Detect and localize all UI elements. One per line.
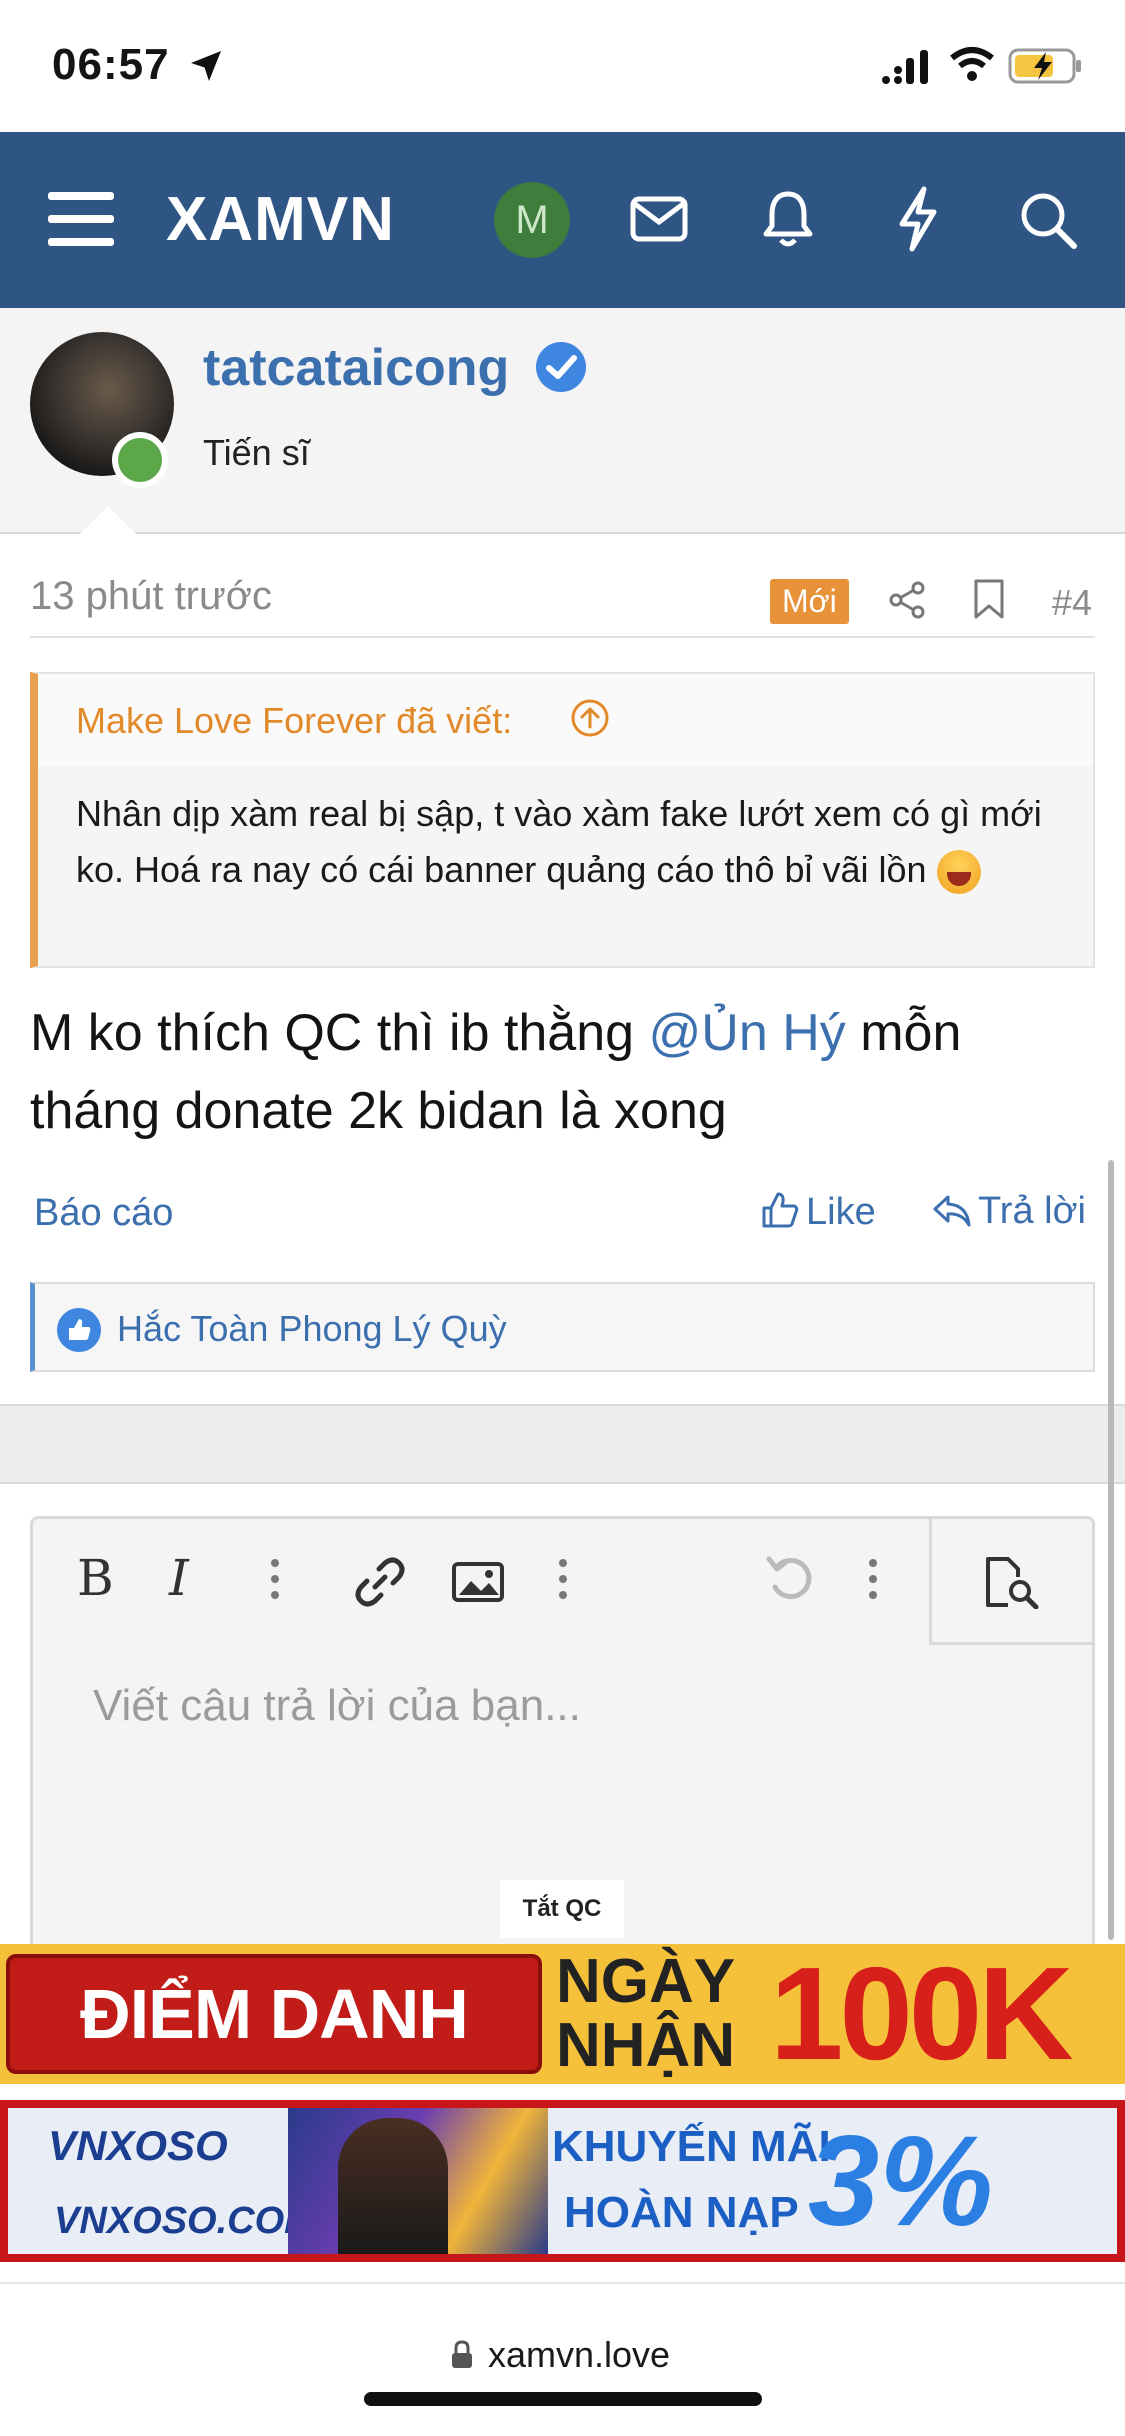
new-badge: Mới <box>770 579 849 624</box>
page-scrollbar[interactable] <box>1108 1160 1114 1940</box>
divider <box>30 636 1095 638</box>
post-author-block: tatcataicong Tiến sĩ <box>0 308 1125 534</box>
ad1-amount: 100K <box>770 1944 1074 2084</box>
image-icon[interactable] <box>451 1561 505 1603</box>
thumbs-up-icon <box>762 1192 799 1228</box>
reply-button[interactable]: Trả lời <box>932 1190 1086 1233</box>
like-button[interactable]: Like <box>760 1190 876 1234</box>
more-options-icon[interactable] <box>269 1557 281 1601</box>
site-logo[interactable]: XAMVN <box>166 184 395 255</box>
ad1-mid-text: NGÀY NHẬN <box>556 1950 735 2078</box>
lock-icon <box>452 2340 472 2368</box>
share-icon[interactable] <box>888 580 928 620</box>
ad2-model-image <box>338 2118 448 2254</box>
ad2-domain: VNXOSO.COM <box>54 2200 316 2242</box>
user-mention-link[interactable]: @Ủn Hý <box>649 1004 846 1062</box>
reply-input-placeholder[interactable]: Viết câu trả lời của bạn... <box>93 1681 581 1731</box>
ad1-mid-top: NGÀY <box>556 1947 736 2016</box>
link-icon[interactable] <box>353 1555 407 1609</box>
wifi-icon <box>950 47 994 81</box>
bookmark-icon[interactable] <box>972 578 1006 620</box>
mail-icon[interactable] <box>630 194 688 244</box>
undo-icon[interactable] <box>765 1553 817 1605</box>
verified-badge-icon <box>536 342 586 392</box>
quote-text: Nhân dịp xàm real bị sập, t vào xàm fake… <box>76 786 1076 898</box>
reactions-bar[interactable]: Hắc Toàn Phong Lý Quỳ <box>30 1282 1095 1372</box>
reply-label: Trả lời <box>978 1190 1086 1232</box>
cellular-signal-icon <box>882 50 928 84</box>
ad-banner-1[interactable]: ĐIỂM DANH MỖI NGÀY NHẬN 100K <box>0 1944 1125 2084</box>
author-name[interactable]: tatcataicong <box>203 338 509 398</box>
ad2-logo: VNXOSO <box>48 2122 228 2169</box>
ad1-left-text: ĐIỂM DANH MỖI <box>6 1954 542 2074</box>
hide-ads-button[interactable]: Tắt QC <box>500 1880 624 1938</box>
like-label: Like <box>806 1191 876 1233</box>
speech-pointer <box>80 506 136 534</box>
reply-arrow-icon <box>933 1195 971 1227</box>
quote-block: Make Love Forever đã viết: Nhân dịp xàm … <box>30 672 1095 968</box>
status-bar: 06:57 <box>0 0 1125 132</box>
laughing-emoji-icon <box>936 850 981 895</box>
svg-text:I: I <box>168 1549 190 1607</box>
url-text[interactable]: xamvn.love <box>488 2334 670 2376</box>
post-number[interactable]: #4 <box>1052 582 1092 624</box>
bell-icon[interactable] <box>762 188 814 248</box>
jump-to-quote-icon[interactable] <box>570 698 610 738</box>
report-link[interactable]: Báo cáo <box>34 1192 173 1235</box>
ad2-promo-top: KHUYẾN MÃI <box>552 2122 831 2171</box>
user-avatar[interactable]: M <box>494 182 570 258</box>
ad2-percent: 3% <box>808 2110 993 2253</box>
italic-icon[interactable]: I <box>163 1549 203 1609</box>
more-edit-options-icon[interactable] <box>867 1557 879 1601</box>
location-arrow-icon <box>191 51 221 81</box>
more-insert-options-icon[interactable] <box>557 1557 569 1601</box>
bold-icon[interactable]: B <box>69 1549 119 1609</box>
search-icon[interactable] <box>1018 190 1078 250</box>
author-rank: Tiến sĩ <box>203 432 310 473</box>
ad2-panel: VNXOSO VNXOSO.COM KHUYẾN MÃI HOÀN NẠP 3% <box>8 2108 1117 2254</box>
online-status-icon <box>112 432 168 488</box>
post-body: M ko thích QC thì ib thằng @Ủn Hý mỗn th… <box>30 994 1090 1150</box>
ad-banner-2[interactable]: VNXOSO VNXOSO.COM KHUYẾN MÃI HOÀN NẠP 3% <box>0 2100 1125 2262</box>
post-time[interactable]: 13 phút trước <box>30 574 272 619</box>
like-reaction-icon <box>57 1308 101 1352</box>
top-navbar: XAMVN M <box>0 132 1125 308</box>
quote-author[interactable]: Make Love Forever đã viết: <box>76 700 512 742</box>
browser-address-bar[interactable]: xamvn.love <box>0 2282 1125 2436</box>
status-time: 06:57 <box>52 40 170 89</box>
liked-by-user[interactable]: Hắc Toàn Phong Lý Quỳ <box>117 1308 507 1350</box>
preview-document-icon <box>986 1557 1039 1609</box>
svg-text:B: B <box>77 1549 114 1607</box>
ad1-mid-bottom: NHẬN <box>556 2011 736 2080</box>
lightning-icon[interactable] <box>896 186 940 252</box>
battery-charging-icon <box>1008 48 1081 84</box>
home-indicator[interactable] <box>364 2392 762 2406</box>
preview-toggle[interactable] <box>929 1519 1092 1645</box>
section-separator <box>0 1404 1125 1484</box>
post-body-text-1: M ko thích QC thì ib thằng <box>30 1004 649 1062</box>
quote-text-content: Nhân dịp xàm real bị sập, t vào xàm fake… <box>76 793 1042 890</box>
ad2-promo-bottom: HOÀN NẠP <box>564 2188 799 2237</box>
hamburger-menu-icon[interactable] <box>48 190 114 248</box>
